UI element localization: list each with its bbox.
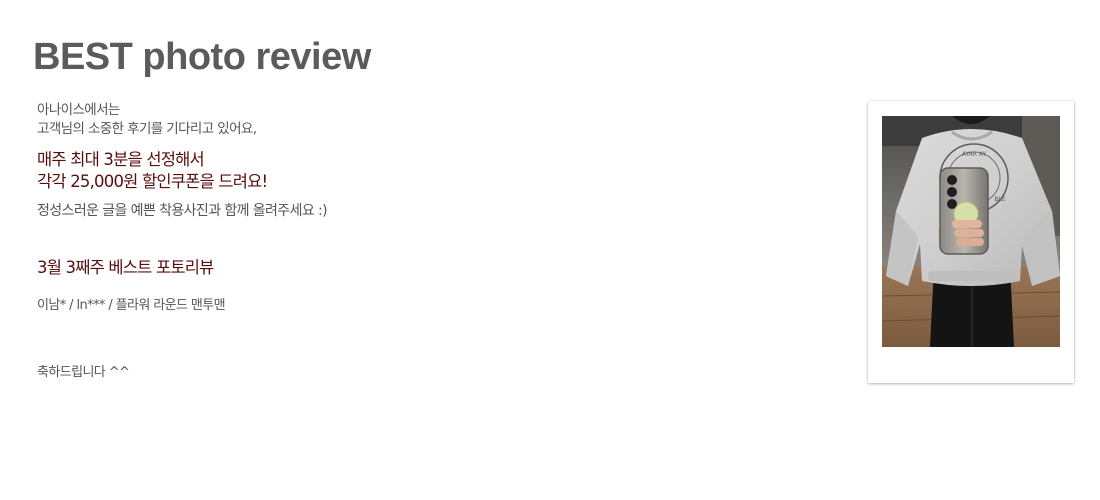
coupon-highlight: 매주 최대 3분을 선정해서 각각 25,000원 할인쿠폰을 드려요! xyxy=(37,149,268,193)
weekly-heading: 3월 3째주 베스트 포토리뷰 xyxy=(37,258,214,277)
review-photo[interactable]: AYAR AY BLE xyxy=(882,116,1060,347)
page-title: BEST photo review xyxy=(33,36,371,78)
congrats-text: 축하드립니다 ^^ xyxy=(37,365,130,380)
svg-text:AYAR AY: AYAR AY xyxy=(962,151,987,158)
review-photo-image: AYAR AY BLE xyxy=(882,116,1060,347)
intro-line-2: 고객님의 소중한 후기를 기다리고 있어요, xyxy=(37,121,257,137)
best-photo-review-page: BEST photo review 아나이스에서는 고객님의 소중한 후기를 기… xyxy=(0,0,1100,500)
winner-entry: 이남* / ln*** / 플라워 라운드 맨투맨 xyxy=(37,298,226,313)
intro-text: 아나이스에서는 고객님의 소중한 후기를 기다리고 있어요, xyxy=(37,101,257,139)
intro-line-1: 아나이스에서는 xyxy=(37,102,120,118)
review-photo-card[interactable]: AYAR AY BLE xyxy=(868,101,1074,383)
highlight-line-1: 매주 최대 3분을 선정해서 xyxy=(37,150,205,169)
request-text: 정성스러운 글을 예쁜 착용사진과 함께 올려주세요 :) xyxy=(37,203,328,219)
highlight-line-2: 각각 25,000원 할인쿠폰을 드려요! xyxy=(37,172,268,191)
svg-text:BLE: BLE xyxy=(994,196,1005,203)
